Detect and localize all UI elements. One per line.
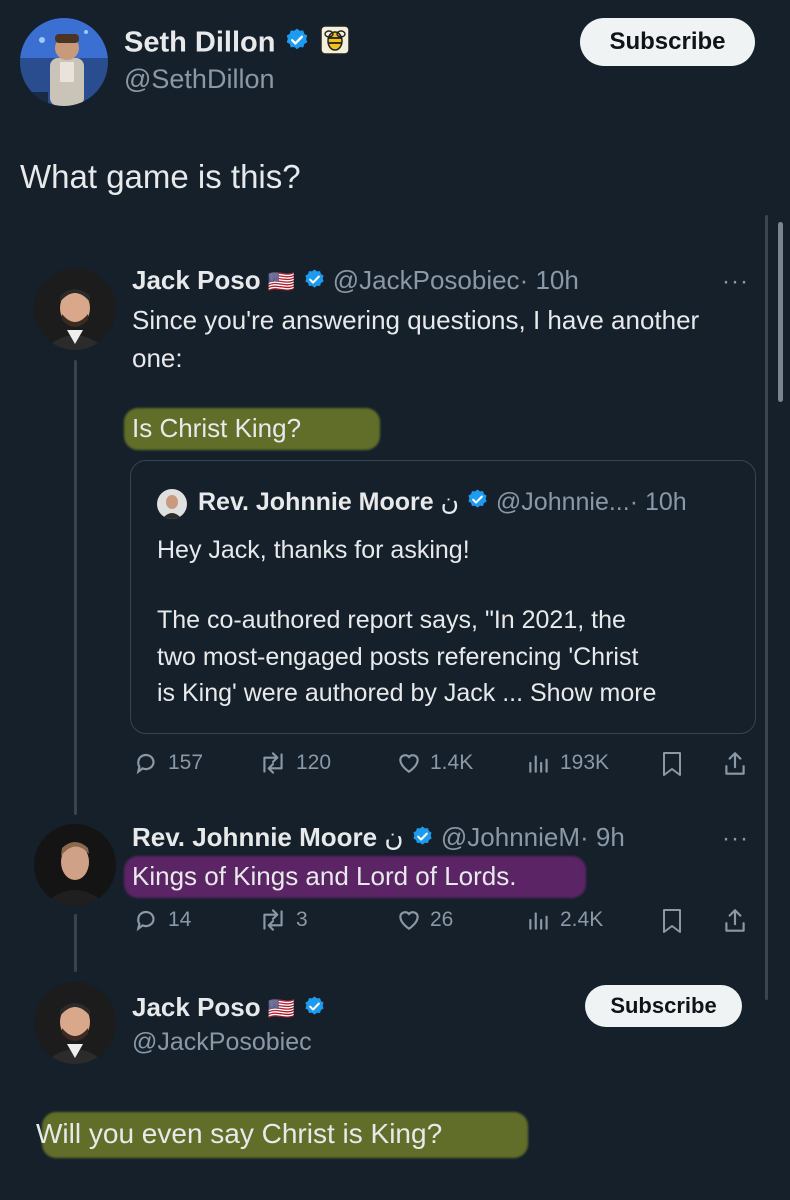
arabic-letter-nun: ن [440,487,459,516]
reply-count: 14 [168,908,192,931]
thread-line [74,360,77,815]
reply-header: Rev. Johnnie Moore ن @JohnnieM· 9h [132,822,625,855]
bookmark-icon [663,752,681,776]
jack-poso-avatar[interactable] [34,268,116,350]
bookmark-action[interactable] [660,750,692,778]
reply-action[interactable]: 14 [134,907,191,933]
share-action[interactable] [722,907,756,935]
author-handle[interactable]: @Johnnie... [496,488,630,516]
bottom-post-text: Will you even say Christ is King? [36,1118,443,1149]
embedded-quote-text: Hey Jack, thanks for asking! [157,536,470,564]
johnnie-moore-small-avatar[interactable] [157,489,187,519]
post-time[interactable]: · 10h [520,265,579,295]
author-name-text[interactable]: Seth Dillon [124,27,275,59]
author-handle[interactable]: @JackPosobiec [132,1028,312,1057]
bookmark-action[interactable] [660,907,692,935]
arabic-letter-nun: ن [384,823,404,853]
us-flag-emoji: 🇺🇸 [267,996,296,1021]
us-flag-emoji: 🇺🇸 [267,269,296,294]
embedded-quote-text: The co-authored report says, "In 2021, t… [157,606,626,634]
thread-line [74,914,77,972]
views-icon [529,755,548,773]
reply-icon [136,910,155,932]
bookmark-icon [663,909,681,933]
like-action[interactable]: 1.4K [396,750,473,776]
like-count: 26 [430,908,454,931]
scrollbar-thumb[interactable] [778,222,783,402]
reply-text: Kings of Kings and Lord of Lords. [132,861,517,891]
affiliate-badge-icon [319,25,350,63]
verified-badge-icon [303,267,326,298]
quoted-post-header: Jack Poso 🇺🇸 @JackPosobiec· 10h [132,265,579,298]
repost-icon [263,752,283,774]
subscribe-button[interactable]: Subscribe [585,985,742,1027]
svg-text:ON: ON [23,96,37,106]
post-time[interactable]: · 10h [630,488,687,516]
more-options-icon[interactable]: ··· [722,268,749,296]
repost-count: 3 [296,908,308,931]
bottom-post-header: Jack Poso 🇺🇸 [132,992,326,1025]
jack-poso-avatar[interactable] [34,982,116,1064]
repost-icon [263,909,283,931]
embedded-quote-text: is King' were authored by Jack ... Show … [157,679,657,707]
verified-badge-icon [303,994,326,1025]
share-action[interactable] [722,750,756,778]
author-handle[interactable]: @SethDillon [124,64,274,95]
author-handle[interactable]: @JohnnieM [441,822,580,852]
embedded-quote-text: two most-engaged posts referencing 'Chri… [157,643,639,671]
seth-dillon-avatar[interactable]: ON [20,18,108,106]
author-name[interactable]: Seth Dillon [124,25,350,63]
heart-icon [399,911,419,930]
views-action[interactable]: 2.4K [526,907,603,933]
verified-badge-icon [466,488,489,518]
author-name[interactable]: Jack Poso [132,265,261,295]
views-action[interactable]: 193K [526,750,609,776]
share-icon [725,752,745,775]
heart-icon [399,754,419,773]
author-name[interactable]: Rev. Johnnie Moore [198,488,434,516]
post-text-line: one: [132,343,183,373]
embedded-quote-header: Rev. Johnnie Moore ن @Johnnie...· 10h [198,487,687,518]
like-count: 1.4K [430,751,474,774]
repost-count: 120 [296,751,332,774]
reply-count: 157 [168,751,204,774]
views-icon [529,912,548,930]
post-text: What game is this? [20,158,301,195]
author-handle[interactable]: @JackPosobiec [333,265,520,295]
post-text-line: Since you're answering questions, I have… [132,305,700,335]
subscribe-button[interactable]: Subscribe [580,18,755,66]
scrollbar-track[interactable] [765,215,768,1000]
views-count: 193K [560,751,610,774]
author-name[interactable]: Jack Poso [132,992,261,1022]
like-action[interactable]: 26 [396,907,453,933]
johnnie-moore-avatar[interactable] [34,824,116,906]
views-count: 2.4K [560,908,604,931]
more-options-icon[interactable]: ··· [722,825,749,853]
verified-badge-icon [411,824,434,855]
reply-icon [136,753,155,775]
highlighted-text: Is Christ King? [132,413,302,443]
reply-action[interactable]: 157 [134,750,203,776]
post-time[interactable]: · 9h [580,822,625,852]
repost-action[interactable]: 120 [258,750,331,776]
verified-badge-icon [284,27,310,61]
repost-action[interactable]: 3 [258,907,308,933]
author-name[interactable]: Rev. Johnnie Moore [132,822,377,852]
share-icon [725,909,745,932]
